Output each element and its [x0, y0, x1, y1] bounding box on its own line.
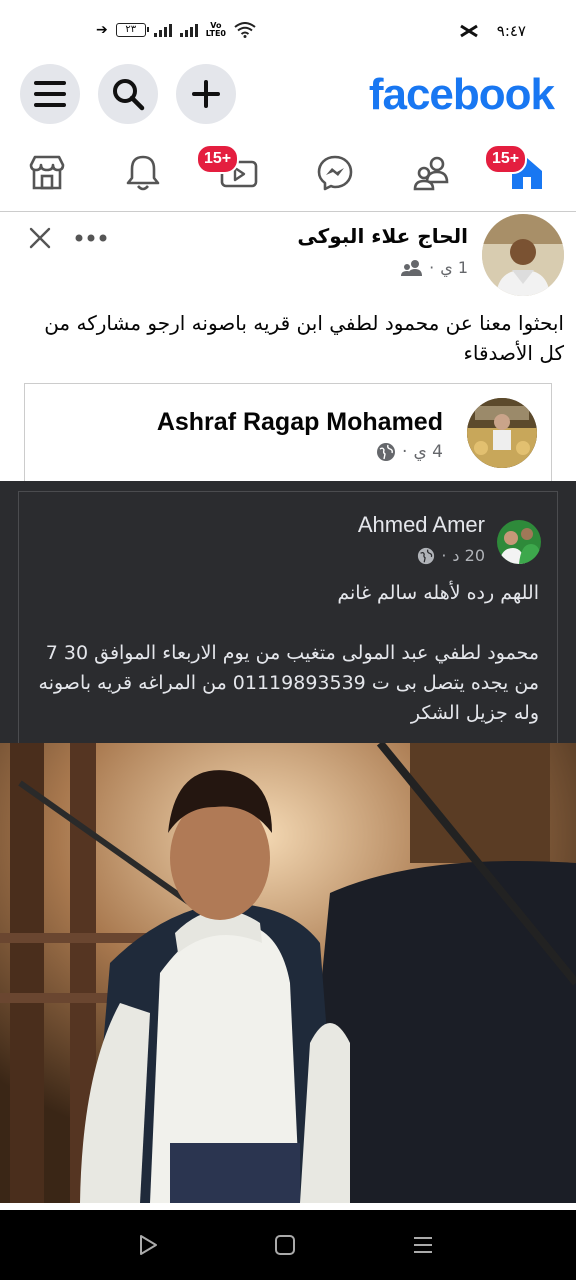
- inner-post[interactable]: Ahmed Amer 20 د · اللهم رده لأهله سالم غ…: [18, 491, 558, 743]
- back-icon: [140, 1235, 157, 1255]
- tab-home[interactable]: 15+: [484, 144, 552, 198]
- system-nav-bar: [0, 1210, 576, 1280]
- volte-icon: Vo LTE0: [206, 22, 226, 38]
- watch-badge: 15+: [196, 144, 240, 174]
- charging-icon: ➔: [96, 22, 108, 38]
- back-button[interactable]: [135, 1232, 161, 1258]
- bell-icon: [126, 155, 160, 191]
- tab-bar: 15+ 15+: [0, 140, 576, 212]
- meta-separator: ·: [429, 258, 435, 277]
- tab-notifications[interactable]: [118, 148, 168, 198]
- inner-text-line2: محمود لطفي عبد المولى متغيب من يوم الارب…: [38, 642, 539, 724]
- recents-icon: [414, 1237, 432, 1253]
- store-icon: [29, 155, 65, 190]
- tab-watch[interactable]: 15+: [196, 144, 264, 198]
- inner-author[interactable]: Ahmed Amer: [358, 512, 485, 538]
- recents-button[interactable]: [410, 1232, 436, 1258]
- close-icon: [29, 227, 51, 249]
- shared-separator: ·: [402, 442, 408, 462]
- inner-text-gap: [29, 608, 539, 638]
- globe-icon: [377, 443, 396, 461]
- post-photo[interactable]: [0, 743, 576, 1203]
- capcut-icon: [459, 24, 478, 38]
- inner-shared-area: Ahmed Amer 20 د · اللهم رده لأهله سالم غ…: [0, 481, 576, 743]
- shared-author-avatar-image: [467, 398, 537, 468]
- post-time[interactable]: 1 ي: [440, 258, 468, 277]
- post-header: الحاج علاء البوكى 1 ي ·: [0, 212, 576, 302]
- app-header: facebook: [0, 62, 576, 128]
- messenger-icon: [317, 155, 353, 191]
- menu-icon: [34, 81, 66, 107]
- tab-marketplace[interactable]: [22, 148, 72, 198]
- status-bar: ➔ ٢٣ Vo LTE0 ٩:٤٧: [0, 0, 576, 60]
- menu-button[interactable]: [20, 64, 80, 124]
- battery-level: ٢٣: [125, 24, 137, 35]
- inner-author-avatar-image: [497, 520, 541, 564]
- clock: ٩:٤٧: [496, 22, 526, 40]
- home-badge: 15+: [484, 144, 528, 174]
- battery-icon: ٢٣: [115, 23, 149, 37]
- friends-icon: [413, 156, 449, 191]
- inner-author-avatar[interactable]: [497, 520, 541, 564]
- close-button[interactable]: [26, 224, 54, 252]
- status-icons-left: ➔ ٢٣ Vo LTE0: [96, 22, 256, 38]
- create-button[interactable]: [176, 64, 236, 124]
- signal-icon-2: [179, 23, 198, 37]
- search-button[interactable]: [98, 64, 158, 124]
- shared-author[interactable]: Ashraf Ragap Mohamed: [157, 408, 443, 437]
- inner-separator: ·: [441, 546, 447, 565]
- tab-messenger[interactable]: [310, 148, 360, 198]
- search-icon: [113, 79, 145, 111]
- author-avatar-image: [482, 214, 564, 296]
- shared-author-avatar[interactable]: [467, 398, 537, 468]
- plus-icon: [192, 80, 220, 108]
- home-system-button[interactable]: [272, 1232, 298, 1258]
- facebook-logo: facebook: [368, 70, 555, 119]
- inner-meta: 20 د ·: [417, 546, 485, 565]
- post-meta: 1 ي ·: [401, 258, 468, 277]
- inner-time[interactable]: 20 د: [452, 546, 485, 565]
- globe-icon: [418, 547, 435, 564]
- more-icon: [75, 234, 107, 242]
- inner-text-line1: اللهم رده لأهله سالم غانم: [337, 582, 539, 604]
- boy-photo-image: [0, 743, 576, 1203]
- inner-post-text: اللهم رده لأهله سالم غانم محمود لطفي عبد…: [29, 578, 539, 728]
- more-options-button[interactable]: [74, 228, 108, 248]
- post-text: ابحثوا معنا عن محمود لطفي ابن قريه باصون…: [44, 311, 564, 365]
- wifi-icon: [234, 22, 256, 38]
- volte-label-bottom: LTE0: [205, 29, 226, 38]
- signal-icon: [153, 23, 172, 37]
- friends-audience-icon: [401, 259, 423, 276]
- shared-time[interactable]: 4 ي: [413, 442, 443, 462]
- square-icon: [275, 1235, 295, 1255]
- post-author[interactable]: الحاج علاء البوكى: [297, 224, 468, 248]
- shared-meta: 4 ي ·: [376, 442, 443, 462]
- author-avatar[interactable]: [482, 214, 564, 296]
- status-icons-right: ٩:٤٧: [459, 22, 526, 40]
- shared-post[interactable]: Ashraf Ragap Mohamed 4 ي ·: [24, 383, 552, 481]
- tab-friends[interactable]: [406, 148, 456, 198]
